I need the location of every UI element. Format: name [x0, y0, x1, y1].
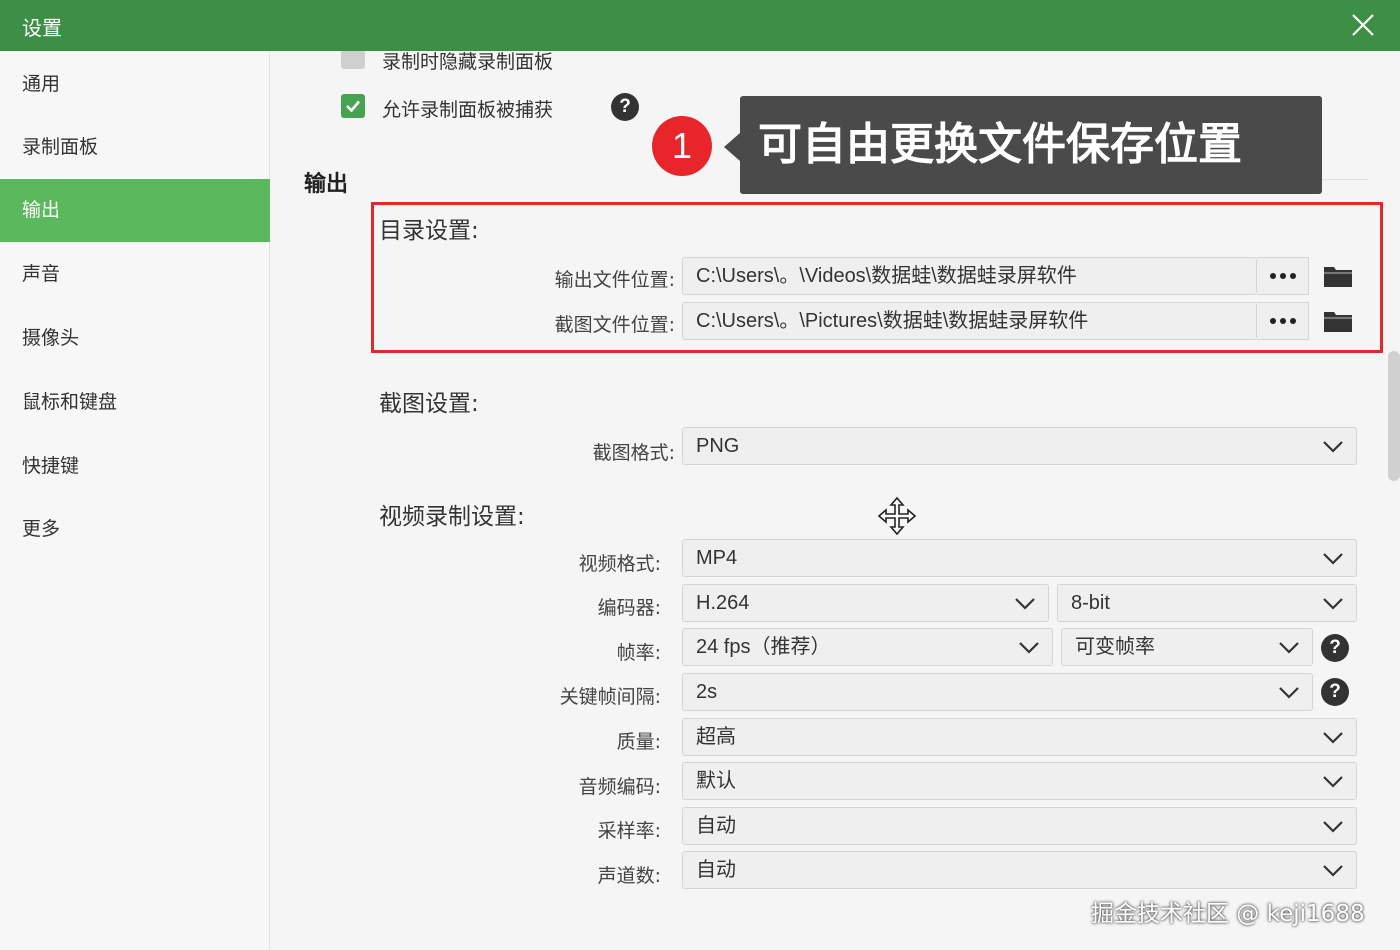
quality-value: 超高 [696, 726, 736, 748]
output-path-field[interactable]: C:\Users\。\Videos\数据蛙\数据蛙录屏软件 [682, 257, 1257, 295]
channels-select[interactable]: 自动 [682, 851, 1357, 889]
sidebar-item-record-panel[interactable]: 录制面板 [0, 116, 270, 179]
chevron-down-icon [1323, 598, 1343, 610]
video-settings-title: 视频录制设置: [379, 504, 525, 530]
keyframe-label: 关键帧间隔: [559, 686, 661, 708]
keyframe-select[interactable]: 2s [682, 673, 1313, 711]
watermark: 掘金技术社区 @ keji1688 [1091, 901, 1365, 927]
sidebar-item-general[interactable]: 通用 [0, 53, 270, 116]
sidebar-item-more[interactable]: 更多 [0, 498, 270, 561]
framerate-mode-select[interactable]: 可变帧率 [1061, 628, 1313, 666]
audio-codec-label: 音频编码: [578, 776, 661, 798]
framerate-help-icon[interactable]: ? [1321, 634, 1349, 662]
chevron-down-icon [1019, 642, 1039, 654]
help-icon[interactable]: ? [611, 93, 639, 121]
settings-content: 录制时隐藏录制面板 允许录制面板被捕获 ? 1 可自由更换文件保存位置 输出 目… [271, 51, 1400, 950]
chevron-down-icon [1015, 598, 1035, 610]
allow-capture-label: 允许录制面板被捕获 [382, 99, 554, 121]
screenshot-folder-icon[interactable] [1323, 309, 1353, 333]
window-title: 设置 [22, 16, 62, 40]
chevron-down-icon [1323, 553, 1343, 565]
chevron-down-icon [1323, 732, 1343, 744]
video-format-select[interactable]: MP4 [682, 539, 1357, 577]
framerate-label: 帧率: [616, 642, 661, 664]
audio-codec-value: 默认 [696, 770, 736, 792]
move-cursor-icon [877, 496, 917, 536]
video-format-label: 视频格式: [578, 553, 661, 575]
channels-label: 声道数: [597, 865, 661, 887]
sample-rate-label: 采样率: [597, 820, 661, 842]
callout-text: 可自由更换文件保存位置 [740, 96, 1322, 194]
keyframe-value: 2s [696, 681, 718, 703]
sidebar: 通用 录制面板 输出 声音 摄像头 鼠标和键盘 快捷键 更多 [0, 51, 270, 950]
channels-value: 自动 [696, 859, 736, 881]
keyframe-help-icon[interactable]: ? [1321, 678, 1349, 706]
directory-settings-title: 目录设置: [379, 218, 479, 244]
title-bar: 设置 [0, 0, 1400, 51]
screenshot-format-label: 截图格式: [592, 442, 675, 464]
encoder-value: H.264 [696, 592, 750, 614]
sidebar-item-shortcuts[interactable]: 快捷键 [0, 435, 270, 498]
hide-panel-checkbox[interactable] [341, 51, 365, 69]
chevron-down-icon [1323, 441, 1343, 453]
screenshot-path-field[interactable]: C:\Users\。\Pictures\数据蛙\数据蛙录屏软件 [682, 302, 1257, 340]
bit-depth-select[interactable]: 8-bit [1057, 584, 1357, 622]
chevron-down-icon [1279, 642, 1299, 654]
framerate-value: 24 fps（推荐） [696, 636, 831, 658]
output-location-label: 输出文件位置: [554, 269, 675, 291]
framerate-select[interactable]: 24 fps（推荐） [682, 628, 1053, 666]
output-browse-button[interactable] [1257, 257, 1309, 295]
video-format-value: MP4 [696, 547, 738, 569]
encoder-select[interactable]: H.264 [682, 584, 1049, 622]
audio-codec-select[interactable]: 默认 [682, 762, 1357, 800]
allow-capture-checkbox[interactable] [341, 94, 365, 118]
chevron-down-icon [1323, 776, 1343, 788]
callout-pointer [724, 133, 740, 161]
quality-select[interactable]: 超高 [682, 718, 1357, 756]
sidebar-item-sound[interactable]: 声音 [0, 243, 270, 306]
hide-panel-label: 录制时隐藏录制面板 [382, 51, 554, 73]
sidebar-item-mouse-keyboard[interactable]: 鼠标和键盘 [0, 371, 270, 434]
screenshot-location-label: 截图文件位置: [554, 314, 675, 336]
screenshot-format-value: PNG [696, 435, 740, 457]
encoder-label: 编码器: [597, 597, 661, 619]
chevron-down-icon [1279, 687, 1299, 699]
quality-label: 质量: [616, 731, 661, 753]
section-title-output: 输出 [304, 172, 349, 197]
screenshot-browse-button[interactable] [1257, 302, 1309, 340]
sample-rate-value: 自动 [696, 815, 736, 837]
screenshot-format-select[interactable]: PNG [682, 427, 1357, 465]
sidebar-item-output[interactable]: 输出 [0, 179, 270, 242]
screenshot-settings-title: 截图设置: [379, 391, 479, 417]
bit-depth-value: 8-bit [1071, 592, 1110, 614]
chevron-down-icon [1323, 821, 1343, 833]
sidebar-item-camera[interactable]: 摄像头 [0, 307, 270, 370]
check-icon [346, 100, 360, 113]
sample-rate-select[interactable]: 自动 [682, 807, 1357, 845]
framerate-mode-value: 可变帧率 [1075, 636, 1155, 658]
scrollbar-thumb[interactable] [1388, 351, 1400, 481]
chevron-down-icon [1323, 865, 1343, 877]
close-icon[interactable] [1348, 10, 1378, 40]
callout-number-badge: 1 [652, 116, 712, 176]
output-folder-icon[interactable] [1323, 264, 1353, 288]
section-divider [1322, 179, 1368, 180]
